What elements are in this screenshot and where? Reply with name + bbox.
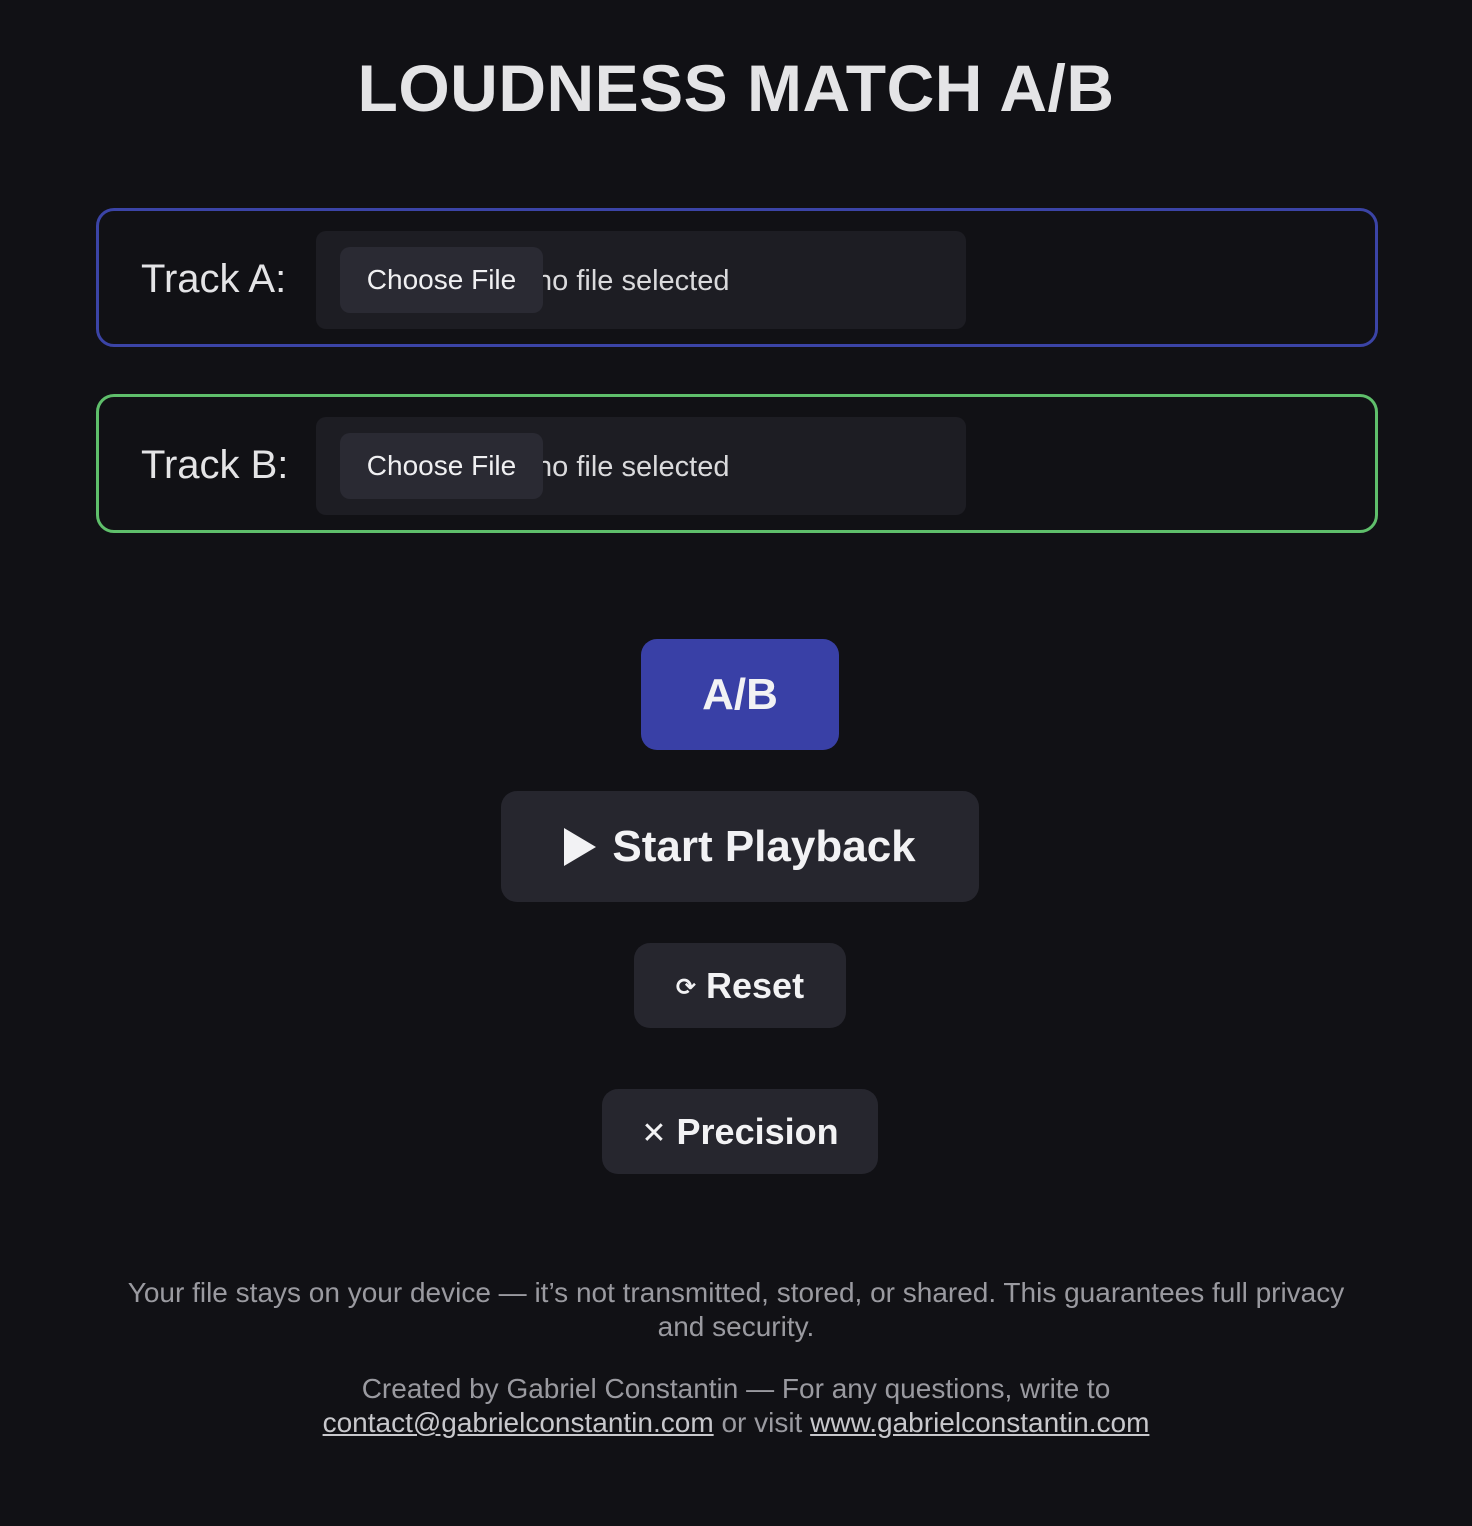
precision-button[interactable]: ✕ Precision <box>602 1089 878 1174</box>
reset-label: Reset <box>706 964 805 1006</box>
start-playback-button[interactable]: Start Playback <box>501 791 979 902</box>
page-title: LOUDNESS MATCH A/B <box>357 51 1115 125</box>
track-a-file-status: no file selected <box>536 265 730 297</box>
track-a-file-input[interactable]: Choose File no file selected <box>316 231 966 329</box>
ab-toggle-button[interactable]: A/B <box>641 639 839 750</box>
track-a-choose-file-button[interactable]: Choose File <box>340 247 543 313</box>
close-icon: ✕ <box>641 1117 667 1150</box>
precision-label: Precision <box>676 1110 839 1152</box>
track-b-choose-file-button[interactable]: Choose File <box>340 433 543 499</box>
track-b-panel: Track B: Choose File no file selected <box>96 394 1378 533</box>
ab-toggle-label: A/B <box>702 669 778 719</box>
privacy-notice: Your file stays on your device — it’s no… <box>127 1277 1345 1342</box>
or-visit-text: or visit <box>721 1407 803 1438</box>
track-b-file-status: no file selected <box>536 451 730 483</box>
track-a-label: Track A: <box>141 257 287 301</box>
track-b-label: Track B: <box>141 443 289 487</box>
track-a-panel: Track A: Choose File no file selected <box>96 208 1378 347</box>
reset-button[interactable]: ⟳ Reset <box>634 943 846 1028</box>
credits-prefix: Created by Gabriel Constantin — For any … <box>361 1373 1111 1404</box>
credits: Created by Gabriel Constantin — For any … <box>120 1372 1352 1440</box>
website-link[interactable]: www.gabrielconstantin.com <box>810 1407 1149 1438</box>
page: LOUDNESS MATCH A/B Track A: Choose File … <box>0 0 1472 1526</box>
reset-icon: ⟳ <box>675 974 697 1001</box>
start-playback-label: Start Playback <box>612 821 916 871</box>
email-link[interactable]: contact@gabrielconstantin.com <box>323 1407 714 1438</box>
track-b-file-input[interactable]: Choose File no file selected <box>316 417 966 515</box>
play-icon <box>564 827 597 866</box>
